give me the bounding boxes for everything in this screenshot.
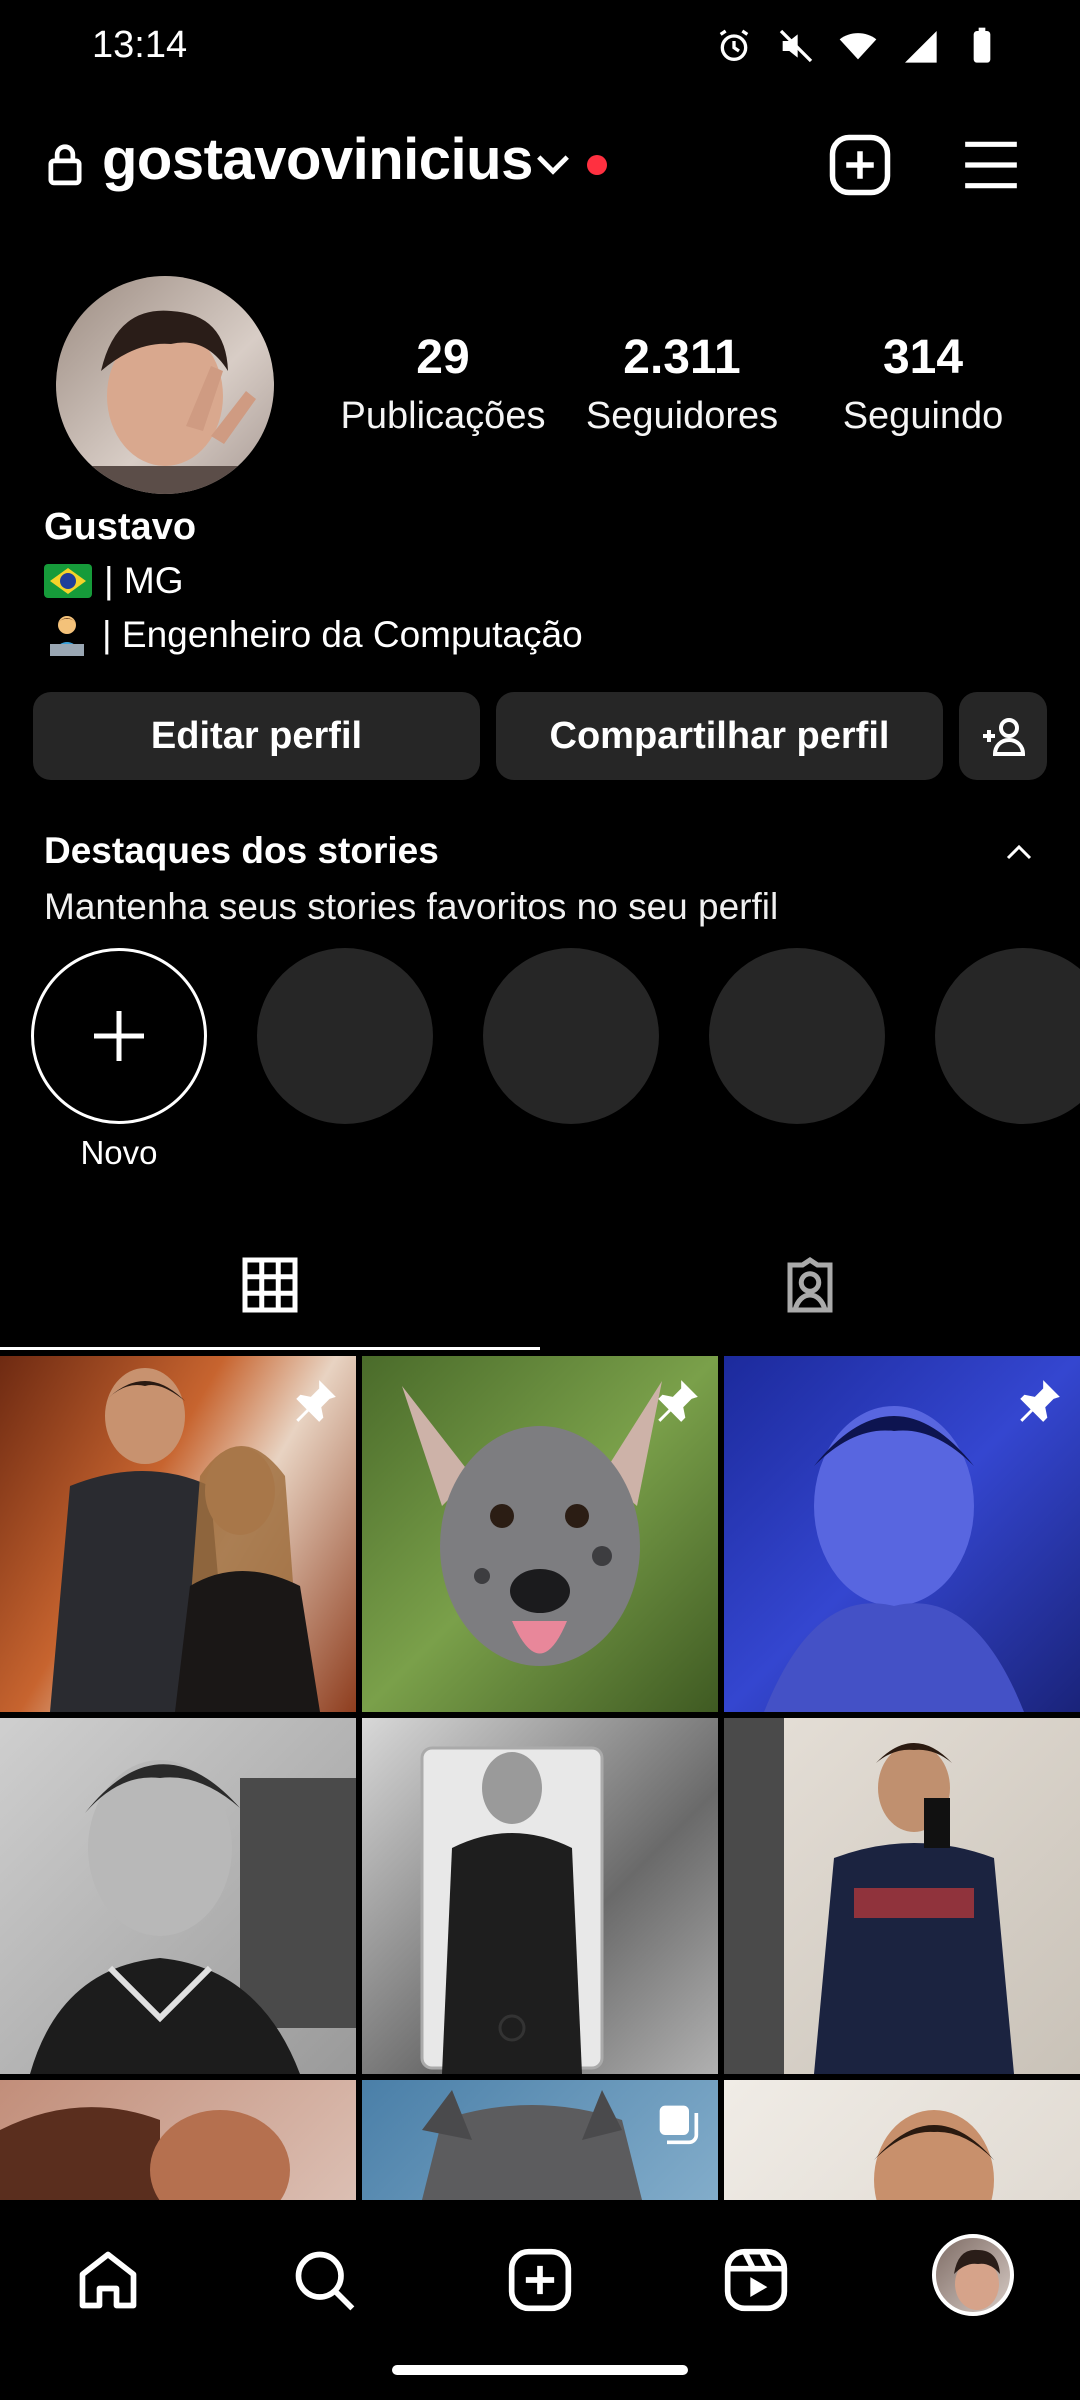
add-icon xyxy=(508,2248,572,2312)
status-bar: 13:14 xyxy=(0,0,1080,96)
new-post-button[interactable] xyxy=(827,132,893,198)
post-thumbnail[interactable] xyxy=(724,1718,1080,2074)
stat-posts[interactable]: 29 Publicações xyxy=(328,330,558,438)
highlight-placeholder xyxy=(709,948,885,1124)
new-highlight-label: Novo xyxy=(80,1134,158,1171)
pin-icon xyxy=(296,1380,336,1422)
grid-icon xyxy=(242,1257,298,1313)
tab-posts-grid[interactable] xyxy=(0,1220,540,1350)
post-thumbnail[interactable] xyxy=(0,2080,356,2200)
edit-profile-button[interactable]: Editar perfil xyxy=(33,692,480,780)
home-indicator[interactable] xyxy=(392,2365,688,2375)
stat-posts-label: Publicações xyxy=(340,395,546,437)
posts-grid xyxy=(0,1356,1080,2200)
new-highlight-button[interactable] xyxy=(31,948,207,1124)
tagged-person-icon xyxy=(787,1256,833,1313)
highlight-placeholder xyxy=(257,948,433,1124)
discover-people-button[interactable] xyxy=(959,692,1047,780)
tab-tagged[interactable] xyxy=(540,1220,1080,1350)
post-thumbnail[interactable] xyxy=(362,2080,718,2200)
pin-icon xyxy=(1020,1380,1060,1422)
stat-following-value: 314 xyxy=(882,331,964,384)
stat-followers-label: Seguidores xyxy=(585,395,779,437)
notification-dot xyxy=(587,155,607,175)
highlights-subtitle: Mantenha seus stories favoritos no seu p… xyxy=(44,886,779,927)
multiple-photos-icon xyxy=(659,2105,699,2145)
wifi-icon xyxy=(839,33,877,60)
highlights-title: Destaques dos stories xyxy=(44,830,439,871)
bio-line-occupation: | Engenheiro da Computação xyxy=(44,612,583,658)
signal-icon xyxy=(905,31,937,63)
post-thumbnail[interactable] xyxy=(0,1718,356,2074)
menu-button[interactable] xyxy=(960,134,1022,196)
lock-icon xyxy=(48,144,82,186)
nav-create[interactable] xyxy=(500,2240,580,2320)
highlight-placeholder xyxy=(483,948,659,1124)
active-tab-indicator xyxy=(0,1347,540,1350)
username-switcher[interactable]: gostavovinicius xyxy=(102,126,533,193)
stat-following[interactable]: 314 Seguindo xyxy=(808,330,1038,438)
status-icons xyxy=(714,26,1002,66)
share-profile-button[interactable]: Compartilhar perfil xyxy=(496,692,943,780)
home-icon xyxy=(79,2251,137,2309)
search-icon xyxy=(295,2251,355,2311)
mute-icon xyxy=(779,29,813,63)
battery-icon xyxy=(973,27,991,63)
nav-profile-avatar[interactable] xyxy=(932,2234,1014,2316)
brazil-flag-icon xyxy=(44,564,92,598)
alarm-icon xyxy=(719,29,749,62)
post-thumbnail[interactable] xyxy=(0,1356,356,1712)
status-time: 13:14 xyxy=(92,24,188,66)
nav-home[interactable] xyxy=(68,2240,148,2320)
bio-name: Gustavo xyxy=(44,506,197,548)
stat-followers-value: 2.311 xyxy=(623,331,741,384)
chevron-down-icon[interactable] xyxy=(534,150,572,180)
stat-following-label: Seguindo xyxy=(842,395,1004,437)
technologist-icon xyxy=(50,616,84,656)
bio-line1-text: | MG xyxy=(104,560,184,601)
nav-search[interactable] xyxy=(284,2240,364,2320)
plus-icon xyxy=(94,1011,144,1061)
reels-icon xyxy=(724,2248,788,2312)
post-thumbnail[interactable] xyxy=(724,1356,1080,1712)
post-thumbnail[interactable] xyxy=(362,1356,718,1712)
add-person-icon xyxy=(983,718,1026,756)
profile-avatar[interactable] xyxy=(56,276,274,494)
stat-posts-value: 29 xyxy=(416,331,470,384)
bio-line2-text: | Engenheiro da Computação xyxy=(102,614,583,655)
nav-reels[interactable] xyxy=(716,2240,796,2320)
top-bar: gostavovinicius xyxy=(0,120,1080,210)
highlight-placeholder xyxy=(935,948,1080,1124)
bio-line-location: | MG xyxy=(44,560,184,602)
pin-icon xyxy=(658,1380,698,1422)
post-thumbnail[interactable] xyxy=(362,1718,718,2074)
stat-followers[interactable]: 2.311 Seguidores xyxy=(567,330,797,438)
post-thumbnail[interactable] xyxy=(724,2080,1080,2200)
chevron-up-icon[interactable] xyxy=(1004,842,1034,862)
